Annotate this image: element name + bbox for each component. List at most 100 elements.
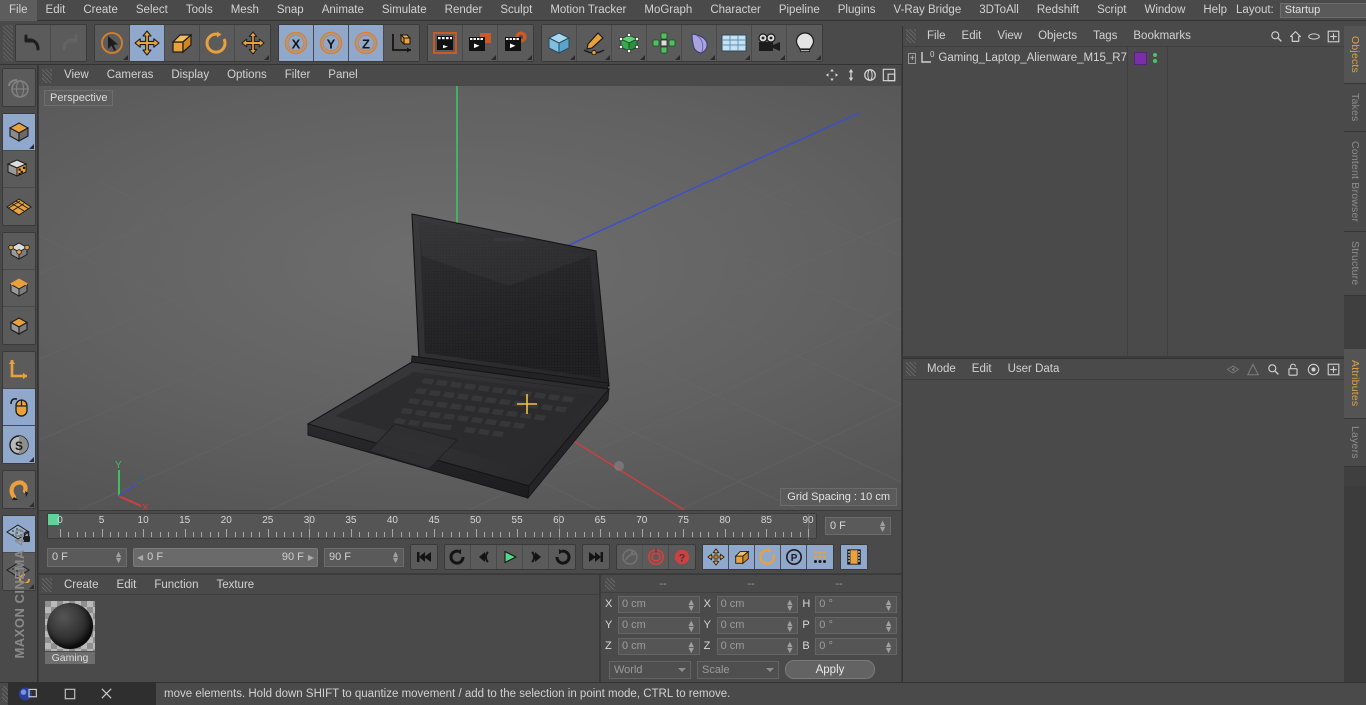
expand-toggle-icon[interactable]: + xyxy=(908,52,917,64)
add-tab-icon[interactable] xyxy=(1326,362,1340,376)
spinner-icon[interactable]: ▲ ▼ xyxy=(687,639,696,654)
spinner-icon[interactable]: ▲ ▼ xyxy=(785,597,794,612)
material-thumbnail[interactable] xyxy=(45,601,95,651)
key-pla-icon[interactable] xyxy=(807,545,833,569)
end-frame-field[interactable]: 90 F ▲ ▼ xyxy=(324,547,404,567)
previous-frame-icon[interactable] xyxy=(471,545,497,569)
move-icon[interactable] xyxy=(130,24,165,61)
maximize-view-icon[interactable] xyxy=(881,67,897,83)
preview-range-slider[interactable]: ◀ 0 F 90 F ▶ xyxy=(133,547,318,567)
bend-deformer-icon[interactable] xyxy=(682,24,717,61)
next-object-icon[interactable] xyxy=(1246,362,1260,376)
close-window-icon[interactable] xyxy=(100,687,113,700)
key-rotation-icon[interactable] xyxy=(755,545,781,569)
tool-options-corner[interactable] xyxy=(605,54,610,60)
menu-item-redshift[interactable]: Redshift xyxy=(1028,0,1088,21)
menu-item-help[interactable]: Help xyxy=(1194,0,1236,21)
attribute-menu-mode[interactable]: Mode xyxy=(919,359,964,380)
object-menu-edit[interactable]: Edit xyxy=(954,26,990,47)
menu-item-3dtoall[interactable]: 3DToAll xyxy=(970,0,1028,21)
pen-spline-icon[interactable] xyxy=(577,24,612,61)
rot-p-field[interactable]: 0 ° ▲ ▼ xyxy=(815,616,898,634)
model-mode-icon[interactable] xyxy=(2,114,35,151)
tool-options-corner[interactable] xyxy=(28,502,34,507)
tab-layers[interactable]: Layers xyxy=(1344,419,1366,467)
menu-item-motion-tracker[interactable]: Motion Tracker xyxy=(541,0,635,21)
autokey-wrench-icon[interactable] xyxy=(617,545,643,569)
tool-options-corner[interactable] xyxy=(28,457,34,462)
spinner-icon[interactable]: ▲ ▼ xyxy=(884,618,893,633)
menu-item-snap[interactable]: Snap xyxy=(268,0,313,21)
menu-item-file[interactable]: File xyxy=(0,0,37,21)
lock-icon[interactable] xyxy=(1286,362,1300,376)
tab-attributes[interactable]: Attributes xyxy=(1344,349,1366,419)
viewport-menu-filter[interactable]: Filter xyxy=(276,65,320,86)
apply-button[interactable]: Apply xyxy=(785,660,875,679)
scale-icon[interactable] xyxy=(165,24,200,61)
rotate-icon[interactable] xyxy=(200,24,235,61)
tool-options-corner[interactable] xyxy=(527,54,532,60)
render-region-icon[interactable] xyxy=(463,24,498,61)
next-frame-icon[interactable] xyxy=(523,545,549,569)
menu-item-simulate[interactable]: Simulate xyxy=(373,0,436,21)
go-to-start-icon[interactable] xyxy=(411,545,437,569)
record-active-objects-icon[interactable] xyxy=(643,545,669,569)
tool-options-corner[interactable] xyxy=(816,54,821,60)
tool-options-corner[interactable] xyxy=(745,54,750,60)
timeline-ruler[interactable]: 051015202530354045505560657075808590 xyxy=(47,513,817,540)
spinner-icon[interactable]: ▲ ▼ xyxy=(687,618,696,633)
viewport-menu-cameras[interactable]: Cameras xyxy=(98,65,163,86)
viewport-menu-view[interactable]: View xyxy=(55,65,98,86)
rot-b-field[interactable]: 0 ° ▲ ▼ xyxy=(815,637,898,655)
polygon-mode-icon[interactable] xyxy=(3,307,35,344)
spinner-icon[interactable]: ▲ ▼ xyxy=(391,549,400,564)
pos-z-field[interactable]: 0 cm ▲ ▼ xyxy=(617,637,700,655)
tool-options-corner[interactable] xyxy=(123,54,128,60)
menu-item-mesh[interactable]: Mesh xyxy=(222,0,268,21)
play-backwards-loop-icon[interactable] xyxy=(445,545,471,569)
coordinate-system-dropdown[interactable]: World xyxy=(609,660,691,679)
object-menu-file[interactable]: File xyxy=(919,26,954,47)
axis-modify-icon[interactable] xyxy=(2,352,35,389)
menu-item-render[interactable]: Render xyxy=(436,0,492,21)
tab-objects[interactable]: Objects xyxy=(1344,26,1366,84)
timeline-current-frame-field[interactable]: 0 F ▲ ▼ xyxy=(825,517,891,535)
undo-icon[interactable] xyxy=(16,24,51,61)
camera-icon[interactable] xyxy=(752,24,787,61)
rotate-view-icon[interactable] xyxy=(862,67,878,83)
home-icon[interactable] xyxy=(1288,29,1302,43)
perspective-viewport[interactable]: Perspective Y X Z Grid Spacing : 10 cm xyxy=(39,86,901,510)
menu-item-vray-bridge[interactable]: V-Ray Bridge xyxy=(884,0,970,21)
menu-item-create[interactable]: Create xyxy=(74,0,127,21)
tool-options-corner[interactable] xyxy=(675,54,680,60)
pos-x-field[interactable]: 0 cm ▲ ▼ xyxy=(617,595,700,613)
range-right-arrow-icon[interactable]: ▶ xyxy=(308,553,314,562)
attribute-menu-user-data[interactable]: User Data xyxy=(1000,359,1068,380)
menu-item-script[interactable]: Script xyxy=(1088,0,1135,21)
object-menu-objects[interactable]: Objects xyxy=(1030,26,1085,47)
menu-item-tools[interactable]: Tools xyxy=(177,0,222,21)
key-position-icon[interactable] xyxy=(703,545,729,569)
spinner-icon[interactable]: ▲ ▼ xyxy=(884,639,893,654)
menu-item-plugins[interactable]: Plugins xyxy=(829,0,885,21)
viewport-menu-grip[interactable] xyxy=(42,68,52,83)
size-y-field[interactable]: 0 cm ▲ ▼ xyxy=(716,616,799,634)
search-icon[interactable] xyxy=(1266,362,1280,376)
coordinates-grip[interactable] xyxy=(605,577,615,590)
loop-icon[interactable] xyxy=(549,545,575,569)
spinner-icon[interactable]: ▲ ▼ xyxy=(785,618,794,633)
size-x-field[interactable]: 0 cm ▲ ▼ xyxy=(716,595,799,613)
go-to-end-icon[interactable] xyxy=(583,545,609,569)
viewport-solo-icon[interactable] xyxy=(2,389,35,426)
toolbar-grip[interactable] xyxy=(3,24,13,61)
magnet-icon[interactable] xyxy=(3,471,35,508)
spinner-icon[interactable]: ▲ ▼ xyxy=(114,549,123,564)
menu-item-character[interactable]: Character xyxy=(701,0,770,21)
spinner-icon[interactable]: ▲ ▼ xyxy=(884,597,893,612)
timeline-filmstrip-icon[interactable] xyxy=(841,545,867,569)
menu-item-edit[interactable]: Edit xyxy=(37,0,75,21)
tab-structure[interactable]: Structure xyxy=(1344,232,1366,296)
tool-options-corner[interactable] xyxy=(710,54,715,60)
tab-content-browser[interactable]: Content Browser xyxy=(1344,132,1366,232)
menu-item-animate[interactable]: Animate xyxy=(313,0,373,21)
